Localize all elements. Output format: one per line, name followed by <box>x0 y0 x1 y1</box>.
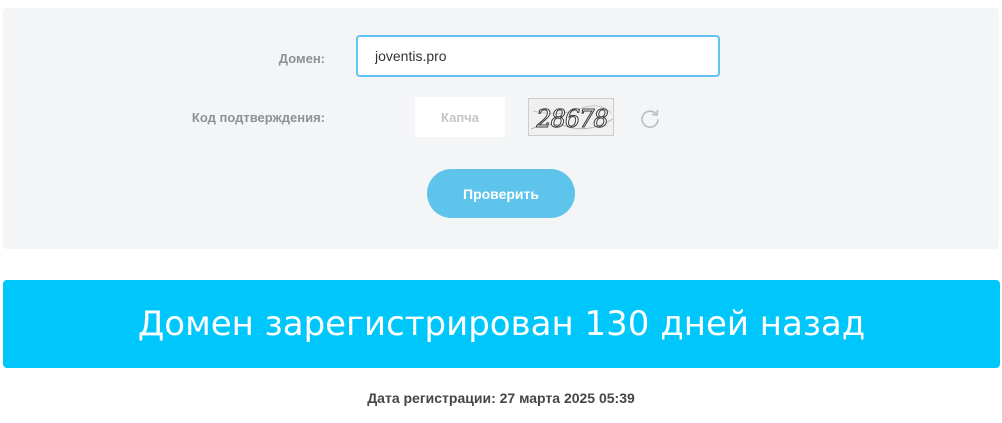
result-banner: Домен зарегистрирован 130 дней назад <box>3 280 1000 368</box>
result-headline: Домен зарегистрирован 130 дней назад <box>137 304 866 344</box>
domain-label: Домен: <box>278 51 325 66</box>
captcha-text: 28678 <box>535 105 608 133</box>
check-button[interactable]: Проверить <box>427 169 575 218</box>
refresh-icon[interactable] <box>639 108 661 130</box>
captcha-label: Код подтверждения: <box>191 110 325 125</box>
domain-check-form: Домен: Код подтверждения: 28678 Проверит… <box>3 8 999 249</box>
domain-input[interactable] <box>356 35 720 77</box>
captcha-input[interactable] <box>415 97 505 137</box>
registration-date: Дата регистрации: 27 марта 2025 05:39 <box>367 390 635 406</box>
captcha-image: 28678 <box>528 98 614 136</box>
